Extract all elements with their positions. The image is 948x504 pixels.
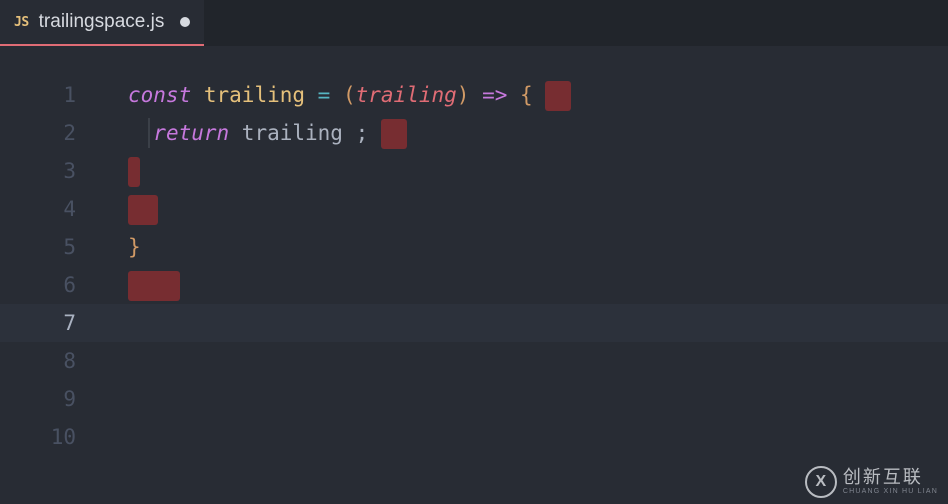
code-line[interactable] [100,380,948,418]
watermark-logo-icon: X [805,466,837,498]
line-number: 5 [0,228,76,266]
line-number: 2 [0,114,76,152]
code-line-active[interactable] [100,304,948,342]
parameter: trailing [356,83,457,107]
identifier: trailing [229,121,355,145]
line-number: 9 [0,380,76,418]
tab-filename: trailingspace.js [39,11,165,33]
line-number-active: 7 [0,304,76,342]
paren-open: ( [343,83,356,107]
js-file-icon: JS [14,15,29,30]
code-line[interactable]: } [100,228,948,266]
line-number: 6 [0,266,76,304]
tab-active[interactable]: JS trailingspace.js [0,0,204,46]
line-number: 10 [0,418,76,456]
paren-close: ) [457,83,470,107]
trailing-whitespace-highlight [545,81,571,111]
line-number: 1 [0,76,76,114]
line-number: 3 [0,152,76,190]
line-number: 4 [0,190,76,228]
watermark-cn: 创新互联 [843,468,938,488]
code-area[interactable]: const trailing = (trailing) => { return … [100,46,948,504]
code-line[interactable] [100,190,948,228]
indent-guide [148,118,150,148]
watermark-en: CHUANG XIN HU LIAN [843,488,938,496]
trailing-whitespace-highlight [128,271,180,301]
trailing-whitespace-highlight [128,157,140,187]
keyword-return: return [153,121,229,145]
trailing-whitespace-highlight [128,195,158,225]
keyword-const: const [128,83,191,107]
trailing-whitespace-highlight [381,119,407,149]
watermark: X 创新互联 CHUANG XIN HU LIAN [805,466,938,498]
line-number: 8 [0,342,76,380]
code-line[interactable]: return trailing ; [100,114,948,152]
unsaved-indicator-icon [180,17,190,27]
code-line[interactable] [100,342,948,380]
tab-bar: JS trailingspace.js [0,0,948,46]
identifier-declaration: trailing [204,83,305,107]
semicolon: ; [356,121,369,145]
code-line[interactable] [100,418,948,456]
brace-close: } [128,235,141,259]
arrow: => [469,83,520,107]
line-number-gutter: 1 2 3 4 5 6 7 8 9 10 [0,46,100,504]
editor[interactable]: 1 2 3 4 5 6 7 8 9 10 const trailing = (t… [0,46,948,504]
operator-eq: = [305,83,343,107]
code-line[interactable] [100,152,948,190]
code-line[interactable] [100,266,948,304]
code-line[interactable]: const trailing = (trailing) => { [100,76,948,114]
watermark-text: 创新互联 CHUANG XIN HU LIAN [843,468,938,495]
brace-open: { [520,83,533,107]
